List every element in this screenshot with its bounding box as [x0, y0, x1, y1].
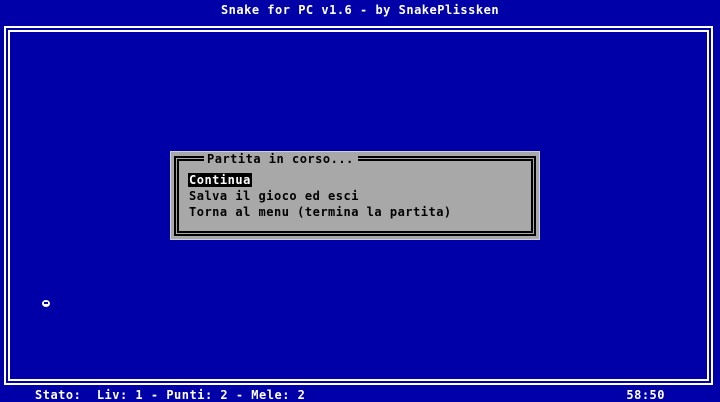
menu-item-back-to-menu[interactable]: Torna al menu (termina la partita)	[188, 204, 453, 220]
pause-dialog: Partita in corso... Continua Salva il gi…	[170, 151, 540, 240]
menu-item-save-and-exit[interactable]: Salva il gioco ed esci	[188, 188, 453, 204]
status-bar: Stato: Liv: 1 - Punti: 2 - Mele: 2 58:50	[0, 388, 720, 402]
pause-menu: Continua Salva il gioco ed esci Torna al…	[188, 172, 453, 220]
window-title: Snake for PC v1.6 - by SnakePlissken	[220, 3, 500, 17]
menu-item-label: Continua	[188, 173, 252, 187]
apple-icon	[42, 300, 50, 307]
menu-item-continue[interactable]: Continua	[188, 172, 453, 188]
dialog-title: Partita in corso...	[204, 153, 358, 165]
menu-item-label: Salva il gioco ed esci	[189, 189, 359, 203]
menu-item-label: Torna al menu (termina la partita)	[189, 205, 452, 219]
